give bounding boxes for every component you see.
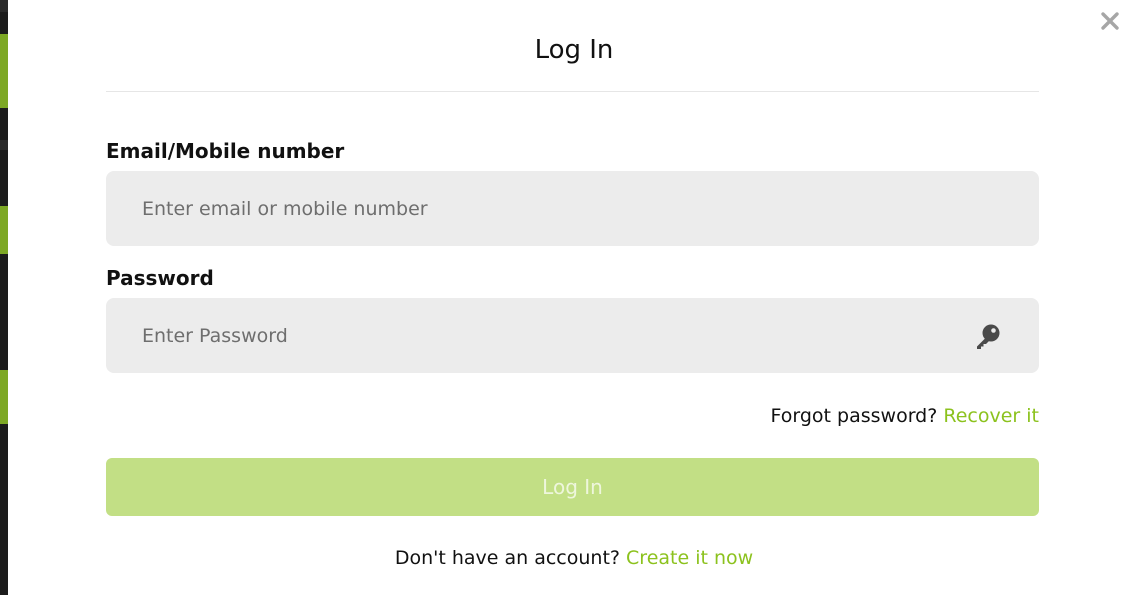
login-modal: Log In Email/Mobile number Password Forg…: [8, 0, 1140, 595]
create-account-link[interactable]: Create it now: [626, 547, 753, 569]
signup-row: Don't have an account? Create it now: [8, 545, 1140, 571]
forgot-password-text: Forgot password?: [770, 405, 938, 427]
email-field[interactable]: [106, 171, 1039, 246]
forgot-password-row: Forgot password? Recover it: [106, 403, 1040, 429]
signup-text: Don't have an account?: [394, 547, 620, 569]
recover-link[interactable]: Recover it: [943, 405, 1039, 427]
page-backdrop: [0, 0, 8, 595]
key-icon[interactable]: [973, 322, 1003, 350]
backdrop-strip: [0, 140, 8, 150]
password-label: Password: [106, 266, 214, 290]
backdrop-strip: [0, 370, 8, 424]
title-divider: [106, 91, 1039, 92]
email-field-container: [106, 171, 1039, 246]
password-field[interactable]: [106, 298, 1039, 373]
backdrop-strip: [0, 34, 8, 108]
email-label: Email/Mobile number: [106, 139, 345, 163]
modal-title: Log In: [534, 35, 614, 65]
password-field-container: [106, 298, 1039, 373]
login-button[interactable]: Log In: [106, 458, 1039, 516]
backdrop-strip: [0, 206, 8, 254]
backdrop-strip: [0, 0, 8, 12]
close-icon: [1101, 12, 1119, 30]
close-button[interactable]: [1098, 9, 1122, 33]
